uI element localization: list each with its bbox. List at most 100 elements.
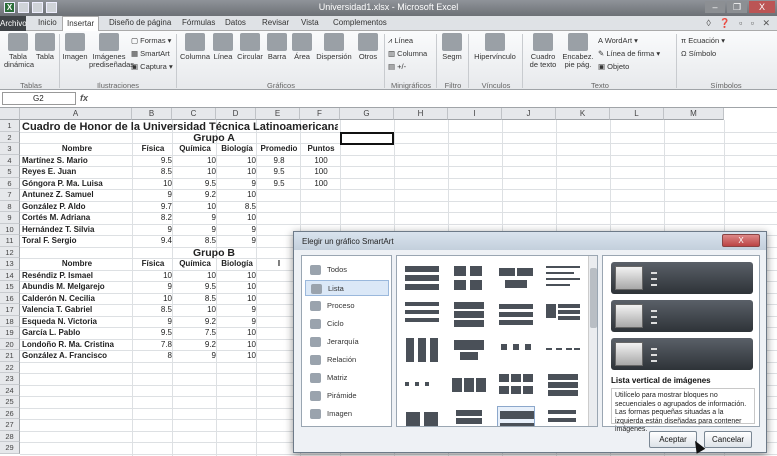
cell[interactable]: 9 [174, 351, 216, 361]
tab-complementos[interactable]: Complementos [333, 18, 387, 27]
tab-diseno-pagina[interactable]: Diseño de página [109, 18, 171, 27]
column-header[interactable]: M [664, 108, 724, 120]
smartart-layout-thumbnail[interactable] [497, 298, 535, 332]
header-cell[interactable]: Nombre [22, 144, 132, 154]
cell[interactable]: Toral F. Sergio [22, 236, 132, 246]
cell[interactable]: González A. Francisco [22, 351, 132, 361]
row-header[interactable]: 13 [0, 258, 20, 270]
sheet-title[interactable]: Cuadro de Honor de la Universidad Técnic… [22, 121, 338, 133]
column-header[interactable]: C [172, 108, 216, 120]
cell[interactable]: 10 [134, 271, 172, 281]
cell[interactable]: 9 [134, 317, 172, 327]
cell[interactable]: 7.5 [174, 328, 216, 338]
smartart-layout-thumbnail[interactable] [403, 334, 441, 368]
clipart-button[interactable]: Imágenes prediseñadas [89, 33, 134, 69]
cell[interactable]: 9.5 [174, 179, 216, 189]
wordart-button[interactable]: A WordArt ▾ [598, 36, 638, 45]
category-item[interactable]: Proceso [305, 298, 389, 314]
hyperlink-button[interactable]: Hipervínculo [471, 33, 519, 61]
row-header[interactable]: 29 [0, 442, 20, 454]
smartart-layout-thumbnail[interactable] [403, 298, 441, 332]
cell[interactable]: Calderón N. Cecilia [22, 294, 132, 304]
area-chart-button[interactable]: Área [290, 33, 314, 61]
cell[interactable]: Cortés M. Adriana [22, 213, 132, 223]
header-cell[interactable]: Química [174, 259, 216, 269]
close-button[interactable]: X [749, 1, 775, 13]
smartart-layout-thumbnail[interactable] [497, 334, 535, 368]
cell[interactable]: 9.2 [174, 190, 216, 200]
cell[interactable]: 100 [302, 167, 340, 177]
header-cell[interactable]: Biología [218, 144, 256, 154]
cell[interactable]: 9 [174, 213, 216, 223]
cell[interactable]: Antunez Z. Samuel [22, 190, 132, 200]
cell[interactable]: 8 [134, 351, 172, 361]
cell[interactable]: 10 [174, 305, 216, 315]
cell[interactable]: 8.5 [174, 236, 216, 246]
table-button[interactable]: Tabla [33, 33, 57, 61]
header-cell[interactable]: Puntos [302, 144, 340, 154]
cell[interactable]: 8.5 [218, 202, 256, 212]
cell[interactable]: Hernández T. Silvia [22, 225, 132, 235]
cell[interactable]: 9.5 [258, 179, 300, 189]
other-charts-button[interactable]: Otros [355, 33, 381, 61]
cancel-button[interactable]: Cancelar [704, 431, 752, 448]
header-cell[interactable]: Biología [218, 259, 256, 269]
tab-revisar[interactable]: Revisar [262, 18, 289, 27]
signature-line-button[interactable]: ✎ Línea de firma ▾ [598, 49, 660, 58]
cell[interactable]: 8.2 [134, 213, 172, 223]
row-header[interactable]: 22 [0, 361, 20, 373]
row-header[interactable]: 20 [0, 338, 20, 350]
row-header[interactable]: 3 [0, 143, 20, 155]
sparkline-line-button[interactable]: ⩘ Línea [388, 36, 413, 46]
cell[interactable]: Góngora P. Ma. Luisa [22, 179, 132, 189]
row-header[interactable]: 2 [0, 131, 20, 143]
accept-button[interactable]: Aceptar [649, 431, 697, 448]
sparkline-column-button[interactable]: ▥ Columna [388, 49, 427, 58]
cell[interactable]: 10 [218, 271, 256, 281]
row-header[interactable]: 9 [0, 212, 20, 224]
cell[interactable]: 10 [174, 271, 216, 281]
smartart-layout-thumbnail[interactable] [497, 370, 535, 404]
category-item[interactable]: Relación [305, 352, 389, 368]
smartart-layout-thumbnail[interactable] [450, 406, 488, 426]
group-a-title[interactable]: Grupo A [174, 133, 254, 143]
row-header[interactable]: 1 [0, 120, 20, 132]
cell[interactable]: 8.5 [174, 294, 216, 304]
object-button[interactable]: ▣ Objeto [598, 62, 629, 71]
group-b-title[interactable]: Grupo B [174, 248, 254, 258]
cell[interactable]: Londoño R. Ma. Cristina [22, 340, 132, 350]
minimize-button[interactable]: – [705, 1, 725, 13]
gallery-scrollbar[interactable] [588, 256, 597, 426]
cell[interactable]: Martínez S. Mario [22, 156, 132, 166]
cell[interactable]: 10 [174, 202, 216, 212]
smartart-layout-thumbnail[interactable] [403, 370, 441, 404]
tab-inicio[interactable]: Inicio [38, 18, 57, 27]
cell[interactable]: 9 [218, 225, 256, 235]
cell[interactable]: 9.4 [134, 236, 172, 246]
row-header[interactable]: 6 [0, 177, 20, 189]
category-item[interactable]: Imagen [305, 406, 389, 422]
smartart-layout-thumbnail[interactable] [544, 334, 582, 368]
category-item[interactable]: Pirámide [305, 388, 389, 404]
cell[interactable]: 9 [218, 236, 256, 246]
pivot-table-button[interactable]: Tabla dinámica [4, 33, 34, 69]
slicer-button[interactable]: Segm [440, 33, 464, 61]
row-header[interactable]: 4 [0, 154, 20, 166]
line-chart-button[interactable]: Línea [211, 33, 235, 61]
cell[interactable]: 10 [218, 213, 256, 223]
column-header[interactable]: E [256, 108, 300, 120]
cell[interactable]: 9.5 [174, 282, 216, 292]
cell[interactable]: 9 [218, 179, 256, 189]
column-header[interactable]: F [300, 108, 340, 120]
header-footer-button[interactable]: Encabez. pie pág. [561, 33, 595, 69]
cell[interactable]: González P. Aldo [22, 202, 132, 212]
picture-button[interactable]: Imagen [62, 33, 88, 61]
cell[interactable]: 10 [218, 340, 256, 350]
row-header[interactable]: 10 [0, 223, 20, 235]
row-header[interactable]: 14 [0, 269, 20, 281]
cell[interactable]: 7.8 [134, 340, 172, 350]
cell[interactable]: 10 [218, 167, 256, 177]
smartart-layout-thumbnail[interactable] [544, 298, 582, 332]
column-header[interactable]: G [340, 108, 394, 120]
cell[interactable]: Esqueda N. Victoria [22, 317, 132, 327]
